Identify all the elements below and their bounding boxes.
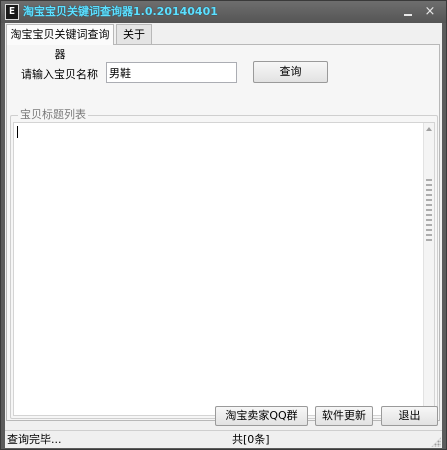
- minimize-icon[interactable]: [400, 4, 416, 20]
- vertical-scrollbar[interactable]: [423, 123, 434, 415]
- title-list-textarea[interactable]: [13, 122, 435, 416]
- text-caret: [17, 126, 18, 138]
- status-count: 共[0条]: [232, 433, 270, 446]
- status-message: 查询完毕...: [7, 433, 62, 446]
- app-logo-icon[interactable]: E: [5, 4, 19, 20]
- product-name-input[interactable]: [106, 62, 237, 83]
- close-icon[interactable]: ×: [422, 4, 438, 20]
- scroll-thumb[interactable]: [426, 179, 432, 241]
- client-area: 淘宝宝贝关键词查询器 关于 请输入宝贝名称 查询 宝贝标题列表 淘宝卖家Q: [5, 23, 442, 448]
- title-bar[interactable]: E 淘宝宝贝关键词查询器1.0.20140401 ×: [1, 1, 446, 23]
- tab-panel: 请输入宝贝名称 查询 宝贝标题列表: [6, 44, 440, 421]
- exit-button[interactable]: 退出: [381, 406, 438, 426]
- search-button[interactable]: 查询: [253, 61, 328, 83]
- scroll-up-icon[interactable]: [426, 127, 432, 131]
- product-name-label: 请输入宝贝名称: [21, 68, 98, 81]
- update-button[interactable]: 软件更新: [315, 406, 373, 426]
- title-list-group: 宝贝标题列表: [10, 108, 438, 419]
- qq-group-button[interactable]: 淘宝卖家QQ群: [215, 406, 308, 426]
- resize-grip-icon[interactable]: [431, 437, 441, 447]
- tab-keyword-query[interactable]: 淘宝宝贝关键词查询器: [6, 24, 114, 61]
- window-title: 淘宝宝贝关键词查询器1.0.20140401: [23, 5, 218, 18]
- main-window: E 淘宝宝贝关键词查询器1.0.20140401 × 淘宝宝贝关键词查询器 关于…: [0, 0, 447, 450]
- tab-about[interactable]: 关于: [116, 24, 152, 44]
- group-title: 宝贝标题列表: [18, 108, 88, 122]
- status-bar: 查询完毕... 共[0条]: [5, 430, 442, 448]
